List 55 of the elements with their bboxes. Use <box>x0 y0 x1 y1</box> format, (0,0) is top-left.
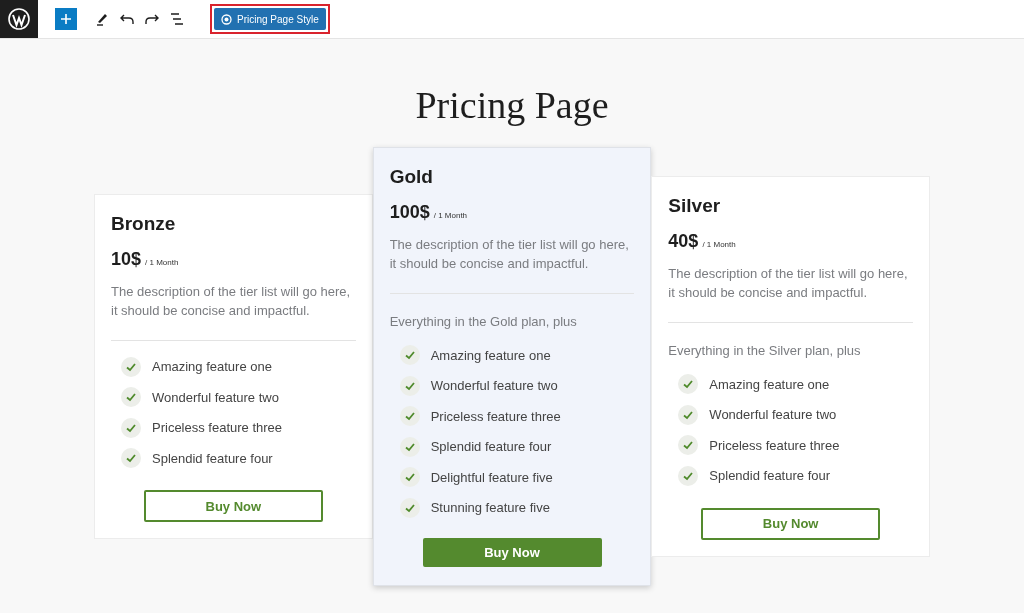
buy-now-button[interactable]: Buy Now <box>143 490 323 522</box>
feature-text: Delightful feature five <box>430 469 553 485</box>
check-icon <box>399 467 420 487</box>
billing-period: / 1 Month <box>433 211 468 220</box>
wordpress-logo-icon[interactable] <box>0 0 38 38</box>
check-icon <box>121 387 141 407</box>
feature-text: Priceless feature three <box>152 420 283 435</box>
redo-icon[interactable] <box>145 13 159 25</box>
plan-intro: Everything in the Silver plan, plus <box>668 343 862 358</box>
plan-intro: Everything in the Gold plan, plus <box>389 314 578 329</box>
check-icon <box>678 404 699 425</box>
feature-text: Amazing feature one <box>430 347 551 363</box>
feature-text: Amazing feature one <box>152 359 272 374</box>
check-icon <box>399 406 420 426</box>
list-view-icon[interactable] <box>170 13 184 25</box>
feature-text: Stunning feature five <box>430 500 550 515</box>
feature-text: Wonderful feature two <box>430 378 558 393</box>
feature-text: Wonderful feature two <box>709 407 837 422</box>
check-icon <box>399 497 420 518</box>
buy-now-button[interactable]: Buy Now <box>422 537 602 567</box>
check-icon <box>678 465 699 486</box>
style-icon <box>221 13 232 25</box>
plan-name: Silver <box>668 195 722 217</box>
feature-text: Amazing feature one <box>709 376 830 392</box>
plan-name: Bronze <box>111 212 177 235</box>
plan-description: The description of the tier list will go here, it should be concise and impactful. <box>668 265 909 302</box>
check-icon <box>121 356 141 377</box>
feature-text: Priceless feature three <box>709 437 840 453</box>
check-icon <box>678 374 699 394</box>
feature-text: Wonderful feature two <box>152 389 279 405</box>
billing-period: / 1 Month <box>145 257 179 267</box>
check-icon <box>399 436 420 457</box>
plan-description: The description of the tier list will go here, it should be concise and impactful. <box>111 282 352 320</box>
style-button[interactable]: Pricing Page Style <box>214 8 326 30</box>
page-title: Pricing Page <box>415 83 609 127</box>
add-block-button[interactable] <box>55 8 77 30</box>
plan-price: 40$ <box>668 231 699 252</box>
undo-icon[interactable] <box>120 13 134 25</box>
billing-period: / 1 Month <box>702 240 736 249</box>
check-icon <box>678 435 699 455</box>
feature-text: Splendid feature four <box>152 450 273 466</box>
plan-price: 10$ <box>111 248 142 270</box>
buy-now-button[interactable]: Buy Now <box>701 507 881 540</box>
check-icon <box>121 417 141 438</box>
feature-text: Priceless feature three <box>430 408 561 424</box>
plan-price: 100$ <box>389 202 430 223</box>
pen-icon[interactable] <box>95 12 109 26</box>
feature-text: Splendid feature four <box>430 439 552 454</box>
plan-description: The description of the tier list will go here, it should be concise and impactful. <box>389 236 630 273</box>
check-icon <box>399 345 420 365</box>
feature-text: Splendid feature four <box>709 468 831 483</box>
check-icon <box>121 448 141 468</box>
plan-name: Gold <box>389 166 434 188</box>
plus-icon <box>60 13 72 25</box>
check-icon <box>399 375 420 396</box>
